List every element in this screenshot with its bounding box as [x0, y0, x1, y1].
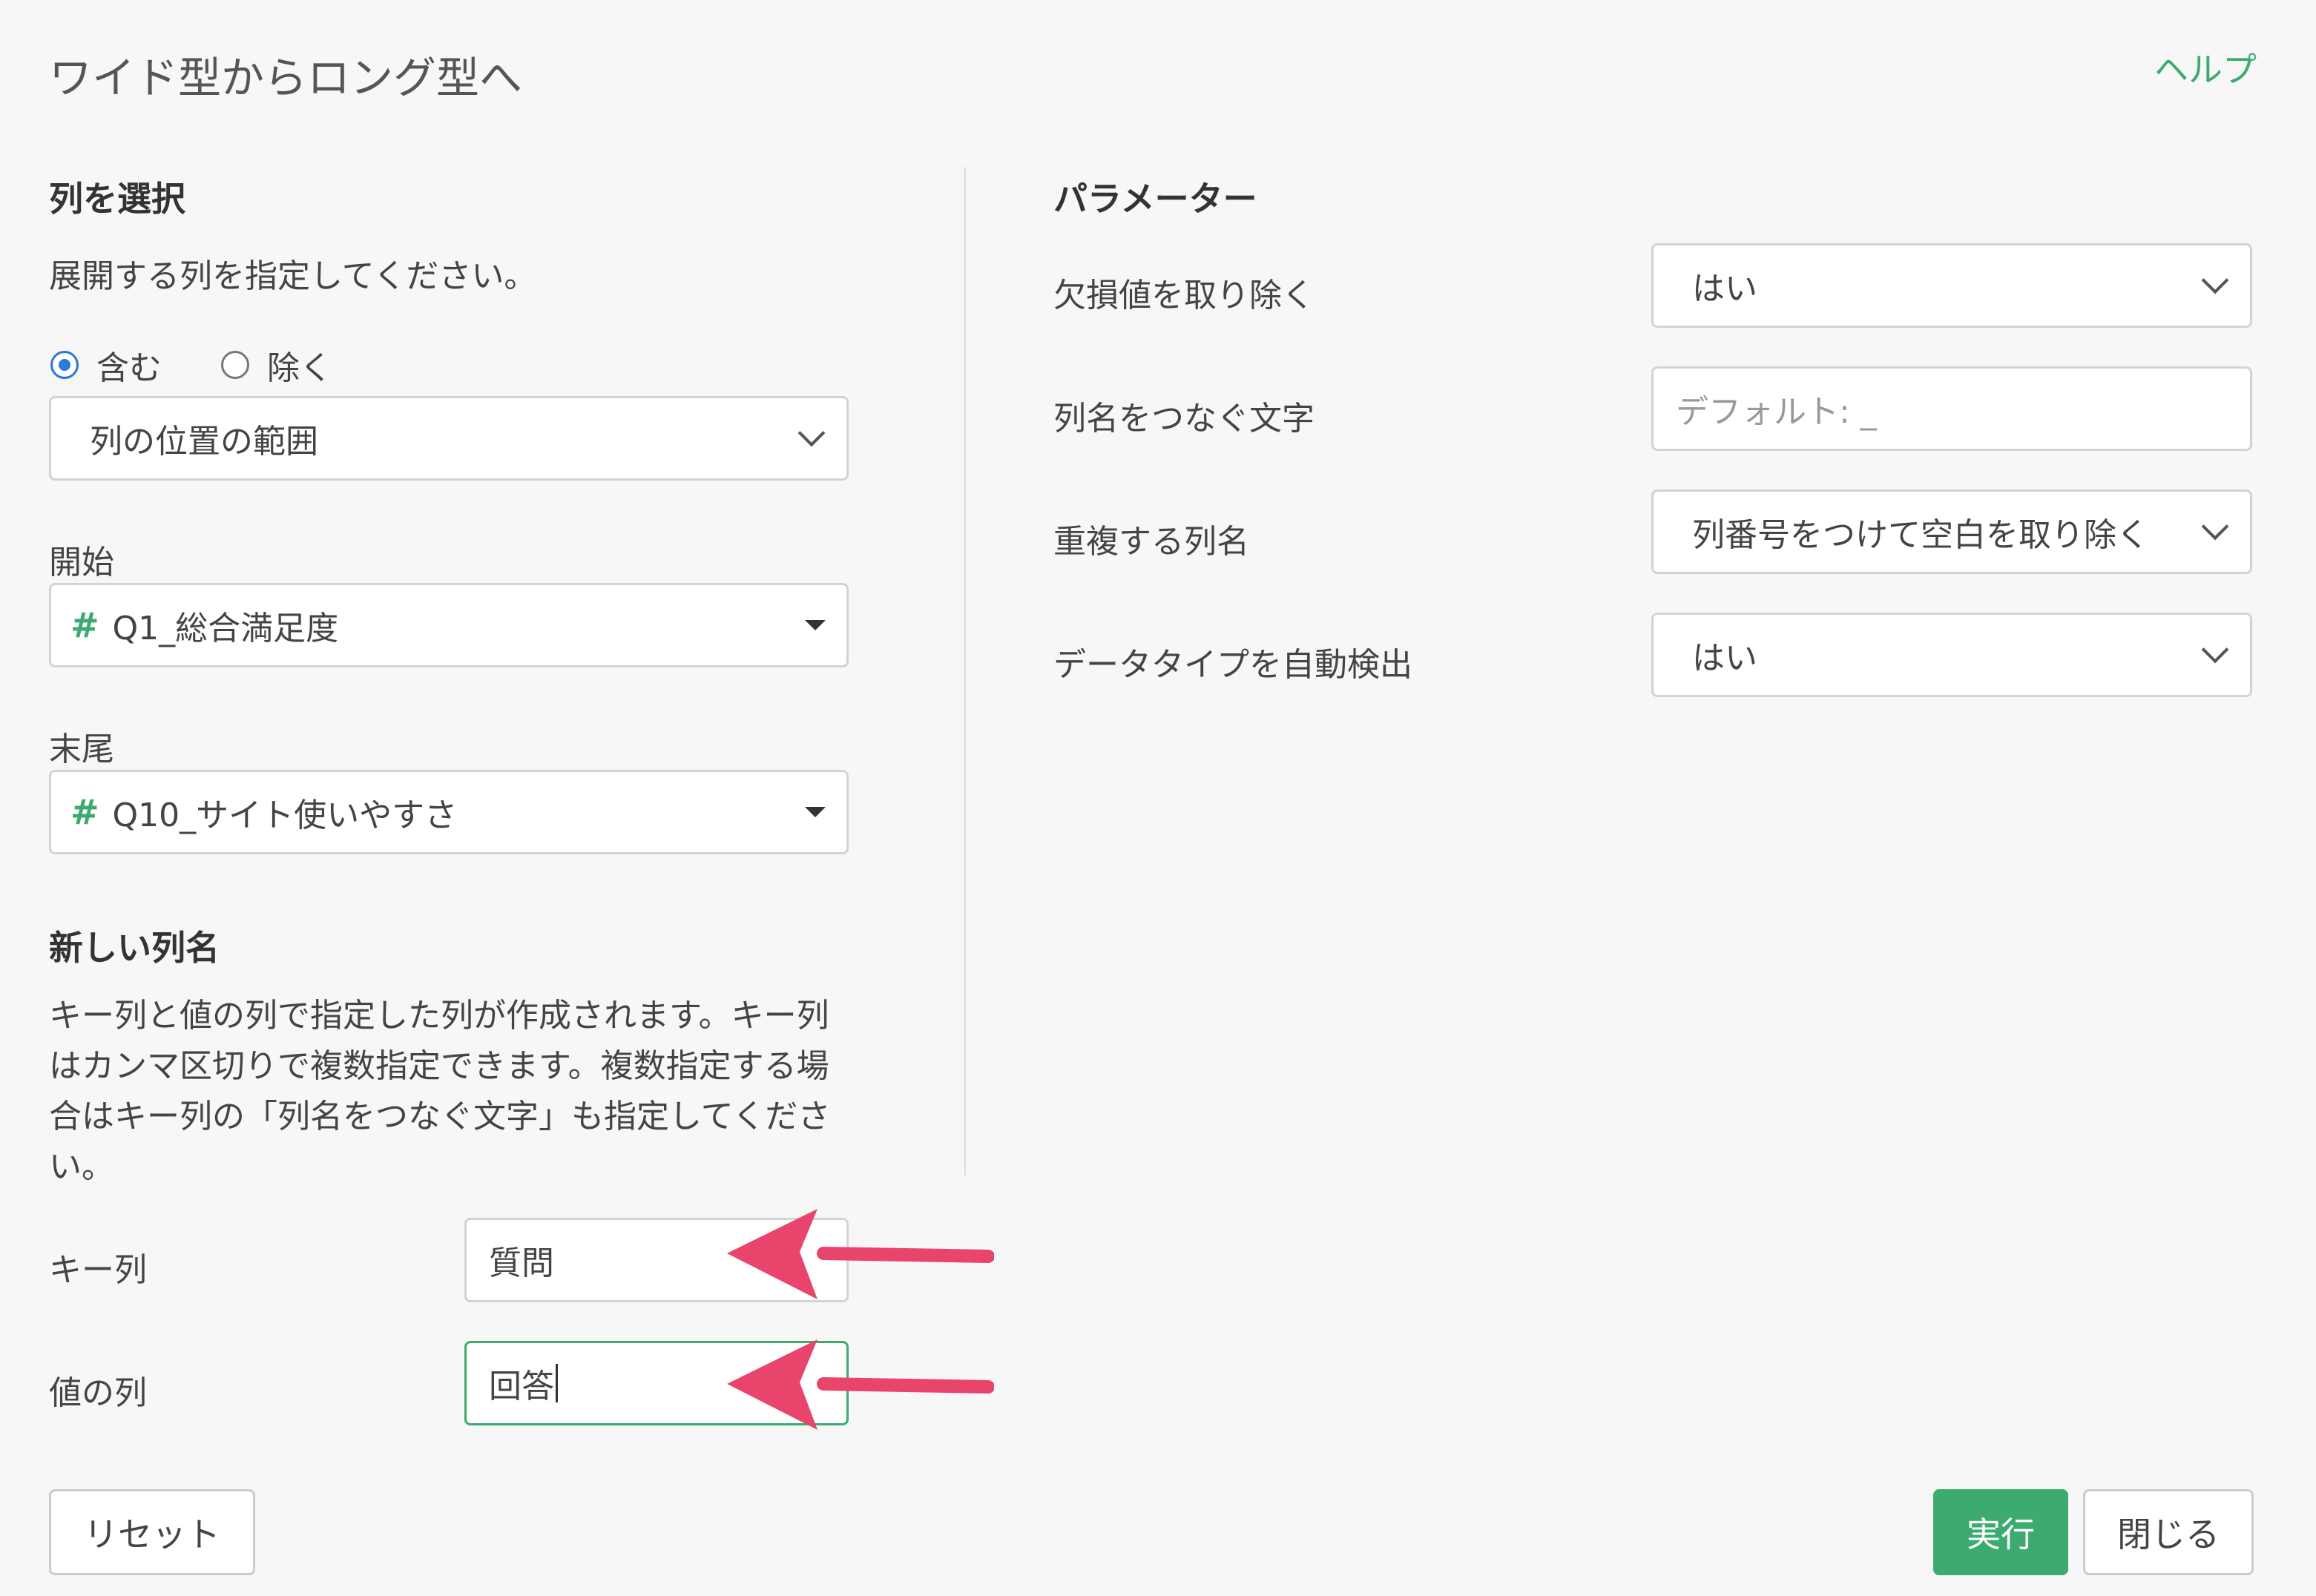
key-column-value: 質問 — [489, 1244, 554, 1282]
separator-input[interactable]: デフォルト: _ — [1651, 366, 2252, 451]
caret-down-icon — [805, 807, 826, 817]
remove-na-select[interactable]: はい — [1651, 243, 2252, 328]
value-column-value: 回答 — [489, 1368, 554, 1405]
include-radio-option[interactable]: 含む — [50, 341, 162, 389]
help-link[interactable]: ヘルプ — [2154, 43, 2257, 92]
duplicate-name-label: 重複する列名 — [1053, 523, 1249, 561]
chevron-down-icon — [2201, 636, 2229, 664]
separator-placeholder: デフォルト: _ — [1676, 393, 1877, 431]
auto-type-value: はい — [1692, 639, 1757, 677]
chevron-down-icon — [797, 419, 826, 447]
end-label: 末尾 — [49, 731, 114, 768]
exclude-radio-option[interactable]: 除く — [221, 341, 332, 389]
dialog-title: ワイド型からロング型へ — [49, 53, 523, 103]
auto-type-select[interactable]: はい — [1651, 613, 2252, 697]
remove-na-label: 欠損値を取り除く — [1053, 277, 1315, 314]
close-button[interactable]: 閉じる — [2083, 1489, 2254, 1575]
auto-type-label: データタイプを自動検出 — [1053, 646, 1412, 684]
new-columns-heading: 新しい列名 — [49, 928, 220, 968]
column-divider — [964, 167, 966, 1175]
start-column-select[interactable]: # Q1_総合満足度 — [49, 583, 849, 667]
chevron-down-icon — [2201, 512, 2229, 541]
duplicate-name-select[interactable]: 列番号をつけて空白を取り除く — [1651, 489, 2252, 574]
value-column-label: 値の列 — [49, 1374, 147, 1412]
remove-na-value: はい — [1692, 270, 1757, 308]
exclude-label: 除く — [267, 349, 332, 387]
start-column-value: Q1_総合満足度 — [112, 610, 339, 647]
caret-down-icon — [805, 620, 826, 630]
chevron-down-icon — [2201, 266, 2229, 294]
reset-button[interactable]: リセット — [49, 1489, 255, 1575]
select-columns-description: 展開する列を指定してください。 — [49, 257, 537, 295]
end-column-select[interactable]: # Q10_サイト使いやすさ — [49, 770, 849, 854]
annotation-arrow-key — [727, 1209, 994, 1299]
numeric-type-icon: # — [70, 605, 99, 645]
annotation-arrow-value — [727, 1339, 994, 1430]
exclude-radio[interactable] — [221, 351, 249, 379]
column-mode-select[interactable]: 列の位置の範囲 — [49, 396, 849, 481]
include-radio[interactable] — [50, 351, 79, 379]
text-cursor — [556, 1364, 558, 1402]
separator-label: 列名をつなぐ文字 — [1053, 400, 1315, 438]
wide-to-long-dialog: ワイド型からロング型へ ヘルプ 列を選択 展開する列を指定してください。 含む … — [0, 0, 2316, 1596]
numeric-type-icon: # — [70, 792, 99, 832]
annotation-arrows — [727, 1209, 994, 1430]
run-button[interactable]: 実行 — [1933, 1489, 2068, 1575]
duplicate-name-value: 列番号をつけて空白を取り除く — [1692, 516, 2149, 554]
new-columns-description: キー列と値の列で指定した列が作成されます。キー列はカンマ区切りで複数指定できます… — [49, 997, 831, 1186]
column-mode-value: 列の位置の範囲 — [90, 423, 318, 461]
select-columns-heading: 列を選択 — [49, 179, 185, 219]
key-column-label: キー列 — [49, 1251, 147, 1289]
include-label: 含む — [96, 349, 162, 387]
parameters-heading: パラメーター — [1053, 179, 1257, 219]
end-column-value: Q10_サイト使いやすさ — [112, 797, 458, 834]
start-label: 開始 — [49, 544, 114, 581]
